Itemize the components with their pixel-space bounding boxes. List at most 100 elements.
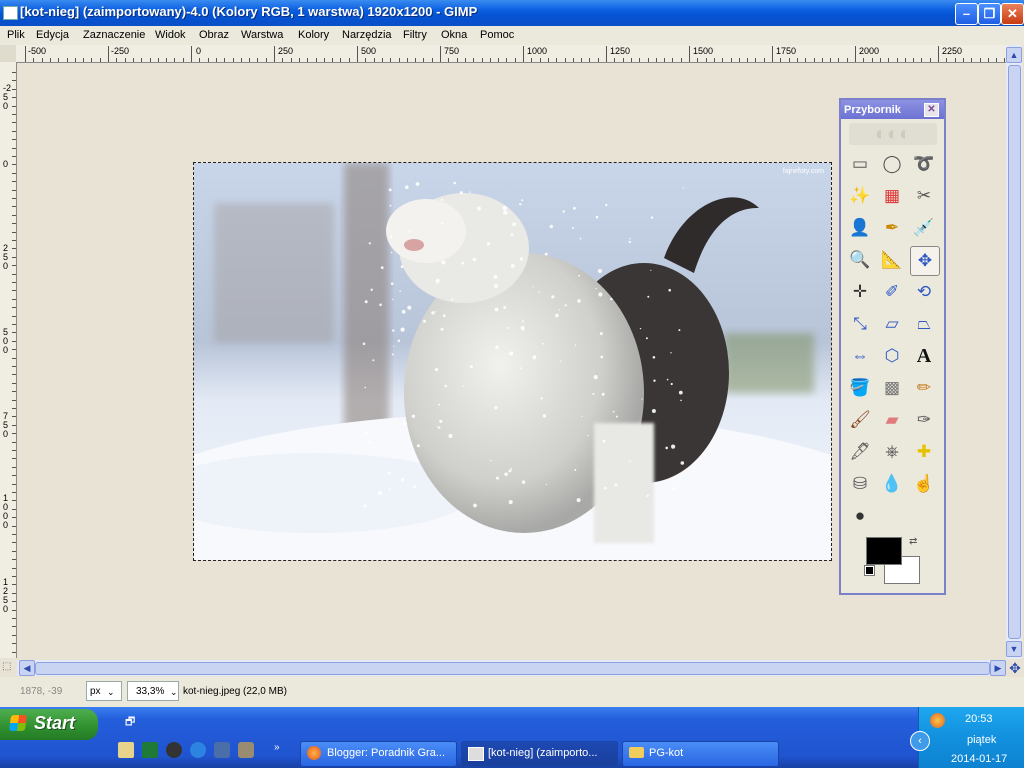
shear-icon[interactable]: ▱ [878, 310, 906, 338]
blend-icon[interactable]: ▩ [878, 374, 906, 402]
menu-widok[interactable]: Widok [155, 29, 186, 41]
zoom-select[interactable]: 33,3% ⌄ [127, 681, 179, 701]
snow-flake [650, 269, 652, 271]
move-icon[interactable]: ✥ [910, 246, 940, 276]
paths-icon[interactable]: ✒ [878, 214, 906, 242]
foreground-color-swatch[interactable] [866, 537, 902, 565]
wilber-drop-area[interactable]: ◐◐◐ [849, 123, 937, 145]
default-colors-icon[interactable] [864, 565, 875, 576]
crop-icon[interactable]: ✐ [878, 278, 906, 306]
navigate-icon[interactable]: ✥ [1007, 660, 1023, 676]
menu-warstwa[interactable]: Warstwa [241, 29, 283, 41]
menu-okna[interactable]: Okna [441, 29, 467, 41]
menu-filtry[interactable]: Filtry [403, 29, 427, 41]
taskbar-button-blogger[interactable]: Blogger: Poradnik Gra... [300, 741, 457, 767]
image-layer[interactable]: fajnefoty.com [193, 162, 832, 561]
smudge-icon[interactable]: ☝ [910, 470, 938, 498]
unit-select[interactable]: px ⌄ [86, 681, 122, 701]
perspective-clone-icon[interactable]: ⛁ [846, 470, 874, 498]
blur-icon[interactable]: 💧 [878, 470, 906, 498]
show-desktop-icon[interactable]: 🗗 [125, 713, 135, 732]
tray-app-icon[interactable] [930, 713, 945, 728]
snow-flake [595, 288, 597, 290]
foreground-select-icon[interactable]: 👤 [846, 214, 874, 242]
excel-icon[interactable] [142, 742, 158, 758]
airbrush-icon[interactable]: ✑ [910, 406, 938, 434]
scroll-up-button[interactable]: ▲ [1006, 47, 1022, 63]
start-label: Start [34, 713, 76, 733]
scroll-right-button[interactable]: ▶ [990, 660, 1006, 676]
snow-flake [408, 230, 412, 233]
menu-kolory[interactable]: Kolory [298, 29, 329, 41]
hruler-label: 1500 [693, 46, 714, 56]
toolbox-title-bar[interactable]: Przybornik ✕ [841, 100, 944, 119]
rect-select-icon[interactable]: ▭ [846, 150, 874, 178]
pencil-icon[interactable]: ✏ [910, 374, 938, 402]
ruler-tick [207, 58, 209, 62]
dodge-burn-icon[interactable]: ● [846, 502, 874, 530]
gimp-launch-icon[interactable] [238, 742, 254, 758]
close-icon[interactable]: ✕ [924, 103, 939, 117]
ellipse-select-icon[interactable]: ◯ [878, 150, 906, 178]
snow-flake [390, 282, 394, 285]
ruler-tick [12, 164, 16, 166]
vertical-ruler[interactable]: -250 0 250 500 750 1000 1250 [0, 62, 17, 658]
ruler-tick [257, 58, 259, 62]
flip-icon[interactable]: ⇔ [846, 342, 874, 370]
color-select-icon[interactable]: ▦ [878, 182, 906, 210]
fuzzy-select-icon[interactable]: ✨ [846, 182, 874, 210]
menu-pomoc[interactable]: Pomoc [480, 29, 514, 41]
text-icon[interactable]: A [910, 342, 938, 370]
align-icon[interactable]: ✛ [846, 278, 874, 306]
free-select-icon[interactable]: ➰ [910, 150, 938, 178]
swap-colors-icon[interactable]: ⇄ [909, 536, 917, 547]
tray-collapse-icon[interactable]: ‹ [910, 731, 930, 751]
start-button[interactable]: Start [0, 709, 98, 740]
scroll-down-button[interactable]: ▼ [1006, 641, 1022, 657]
ruler-corner[interactable] [0, 45, 17, 63]
menu-narzedzia[interactable]: Narzędzia [342, 29, 392, 41]
scroll-left-button[interactable]: ◀ [19, 660, 35, 676]
internet-explorer-icon[interactable] [190, 742, 206, 758]
toolbox-window[interactable]: Przybornik ✕ ◐◐◐ ▭ ◯ ➰ ✨ ▦ ✂ 👤 ✒ 💉 🔍 📐 ✥ ✛ ✐ ⟲ ⤡ ▱ ⏢ ⇔ ⬡ A 🪣 ▩… [839, 98, 946, 595]
printer-icon[interactable] [118, 742, 134, 758]
horizontal-scrollbar[interactable]: ◀ ▶ [17, 660, 1006, 676]
scale-icon[interactable]: ⤡ [846, 310, 874, 338]
clone-icon[interactable]: ⎈ [878, 438, 906, 466]
ruler-tick [12, 189, 16, 191]
ruler-tick [622, 58, 624, 62]
bucket-fill-icon[interactable]: 🪣 [846, 374, 874, 402]
menu-zaznaczenie[interactable]: Zaznaczenie [83, 29, 145, 41]
messenger-icon[interactable] [214, 742, 230, 758]
vertical-scrollbar[interactable]: ▲ ▼ [1006, 45, 1022, 659]
measure-icon[interactable]: 📐 [878, 246, 906, 274]
taskbar-button-folder[interactable]: PG-kot [622, 741, 779, 767]
heal-icon[interactable]: ✚ [910, 438, 938, 466]
quick-launch-expand-icon[interactable]: » [274, 742, 280, 753]
quick-launch [118, 742, 254, 758]
menu-obraz[interactable]: Obraz [199, 29, 229, 41]
vertical-scroll-thumb[interactable] [1008, 65, 1021, 639]
menu-edycja[interactable]: Edycja [36, 29, 69, 41]
ruler-tick [498, 58, 500, 62]
menu-plik[interactable]: Plik [7, 29, 25, 41]
zoom-icon[interactable]: 🔍 [846, 246, 874, 274]
quick-mask-icon[interactable]: ⬚ [2, 661, 16, 675]
paintbrush-icon[interactable]: 🖌 [846, 406, 874, 434]
color-picker-icon[interactable]: 💉 [910, 214, 938, 242]
media-player-icon[interactable] [166, 742, 182, 758]
rotate-icon[interactable]: ⟲ [910, 278, 938, 306]
eraser-icon[interactable]: ▰ [878, 406, 906, 434]
cage-icon[interactable]: ⬡ [878, 342, 906, 370]
ruler-tick [12, 130, 16, 132]
ink-icon[interactable]: 🖋 [846, 438, 874, 466]
horizontal-scroll-thumb[interactable] [35, 662, 990, 675]
taskbar-button-gimp[interactable]: [kot-nieg] (zaimporto... [461, 741, 618, 767]
minimize-button[interactable]: – [955, 3, 978, 25]
close-button[interactable]: ✕ [1001, 3, 1024, 25]
horizontal-ruler[interactable]: -500 -250 0 250 500 750 1000 1250 1500 1… [16, 45, 1006, 63]
maximize-button[interactable]: ❐ [978, 3, 1001, 25]
snow-flake [600, 355, 604, 359]
scissors-icon[interactable]: ✂ [910, 182, 938, 210]
perspective-icon[interactable]: ⏢ [910, 310, 938, 338]
